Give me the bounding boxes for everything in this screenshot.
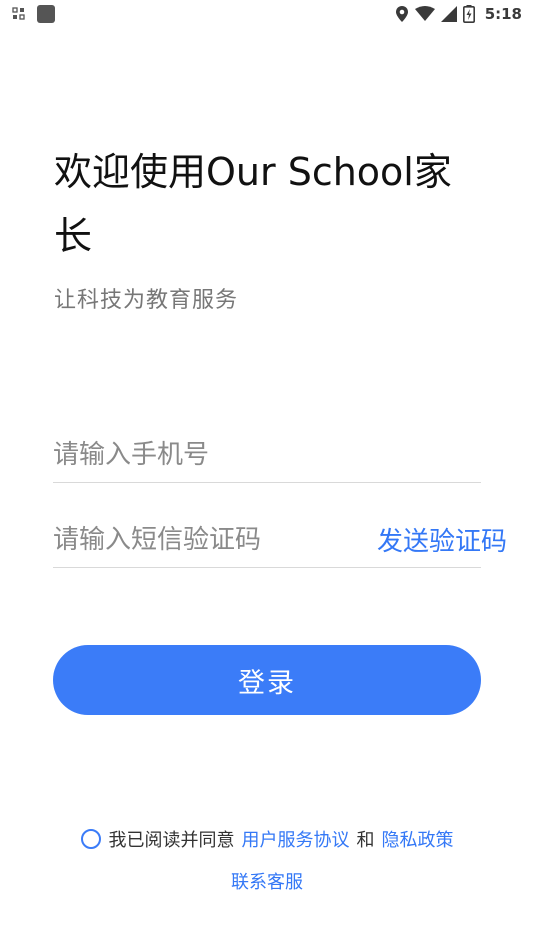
- notification-grid-icon: [12, 7, 26, 21]
- agreement-prefix: 我已阅读并同意: [108, 830, 235, 851]
- phone-input[interactable]: [53, 426, 481, 483]
- sms-code-input[interactable]: [53, 511, 377, 568]
- phone-field-row: [53, 426, 481, 483]
- agree-radio[interactable]: [80, 829, 101, 849]
- sms-code-field-row: 发送验证码: [53, 511, 507, 568]
- status-bar-left: [12, 4, 56, 24]
- customer-service-link[interactable]: 联系客服: [0, 868, 534, 894]
- location-icon: [395, 5, 409, 23]
- privacy-policy-link[interactable]: 隐私政策: [382, 826, 454, 852]
- status-bar-right: 5:18: [395, 5, 522, 23]
- cell-signal-icon: [440, 6, 457, 22]
- status-time: 5:18: [484, 5, 522, 23]
- agreement-conjunction: 和: [356, 830, 375, 851]
- user-agreement-link[interactable]: 用户服务协议: [242, 826, 350, 852]
- login-button[interactable]: 登录: [53, 645, 481, 715]
- agreement-row: 我已阅读并同意 用户服务协议 和 隐私政策: [0, 826, 534, 852]
- battery-icon: [462, 5, 475, 23]
- wifi-icon: [414, 6, 435, 22]
- send-code-button[interactable]: 发送验证码: [377, 521, 507, 558]
- status-bar: 5:18: [0, 0, 534, 28]
- page-subtitle: 让科技为教育服务: [54, 288, 239, 313]
- app-square-icon: [36, 4, 56, 24]
- login-screen: 5:18 欢迎使用Our School家长 让科技为教育服务 发送验证码 登录 …: [0, 0, 534, 950]
- page-title: 欢迎使用Our School家长: [54, 150, 452, 258]
